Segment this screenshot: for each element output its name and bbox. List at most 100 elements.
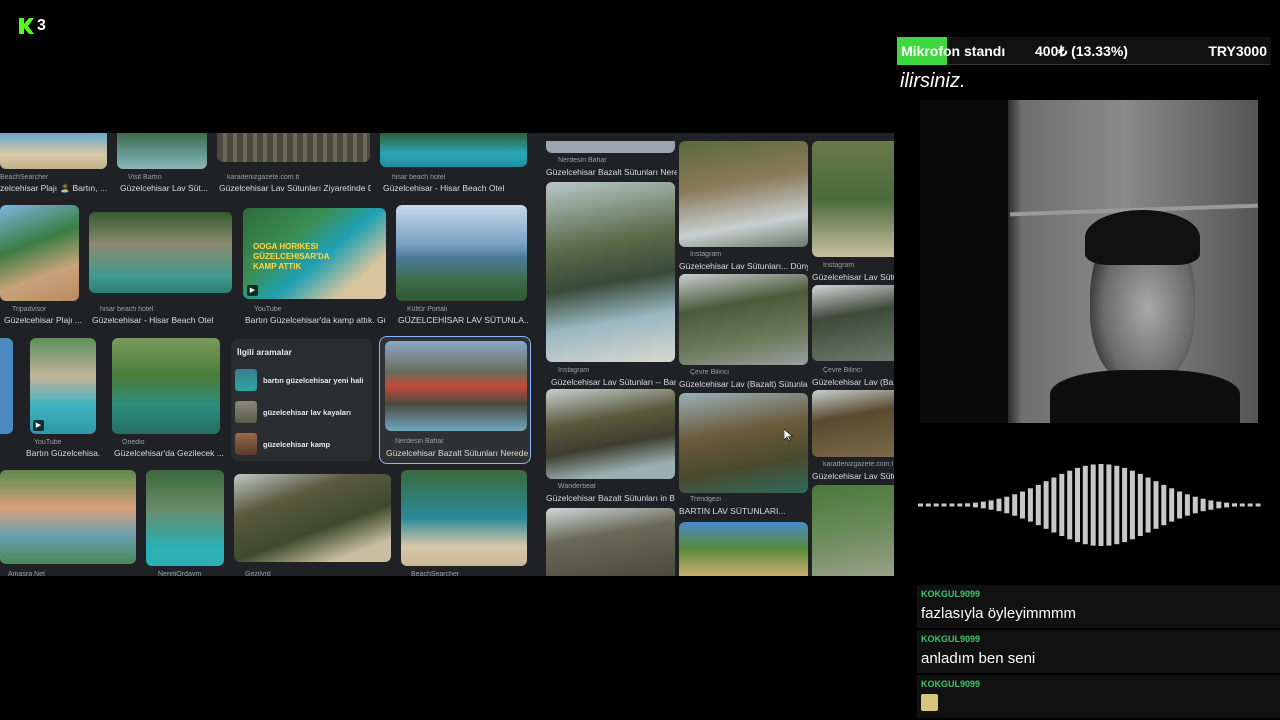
visualizer-bar: [1114, 465, 1120, 545]
result-caption[interactable]: Güzelcehisar Lav Sütunları Ziyaretinde D…: [219, 183, 371, 193]
chat-message: KOKGUL9099 anladım ben seni: [917, 630, 1280, 673]
result-image[interactable]: [679, 274, 808, 365]
visualizer-bar: [1051, 477, 1057, 533]
result-caption[interactable]: Bartın Güzelcehisa...: [26, 448, 100, 458]
result-image[interactable]: [0, 470, 136, 564]
result-image[interactable]: [217, 133, 370, 162]
visualizer-bar: [1027, 488, 1033, 522]
goal-target: TRY3000: [1208, 43, 1267, 59]
visualizer-bar: [1004, 496, 1010, 514]
result-source: Wanderbeat: [558, 483, 596, 490]
result-source: karadenizgazete.com.tr: [227, 174, 300, 181]
logo-number: 3: [37, 17, 46, 34]
result-source: karadenizgazete.com.tr: [823, 461, 893, 468]
result-image[interactable]: [679, 522, 808, 576]
result-caption[interactable]: Güzelcehisar - Hisar Beach Otel: [92, 315, 232, 325]
result-caption[interactable]: Güzelcehisar Bazalt Sütunları Nerede?,..…: [546, 167, 677, 177]
result-image[interactable]: [112, 338, 220, 434]
result-image[interactable]: [380, 133, 527, 167]
result-image[interactable]: ▶: [30, 338, 96, 434]
result-image[interactable]: [0, 338, 13, 434]
result-image[interactable]: [234, 474, 391, 562]
result-image[interactable]: [812, 485, 894, 576]
result-image[interactable]: [679, 141, 808, 247]
result-source: Çevre Bilinci: [823, 367, 862, 374]
result-caption[interactable]: Güzelcehisar Lav Sütu...: [812, 272, 894, 282]
webcam-shirt: [1050, 370, 1240, 423]
visualizer-bar: [1247, 503, 1253, 507]
result-source: Visit Bartın: [128, 174, 162, 181]
result-caption[interactable]: Güzelcehisar Lav Sütunları... Dünyada e.…: [679, 261, 808, 271]
result-caption[interactable]: Bartın Güzelcehisar'da kamp attık. Gü...: [245, 315, 385, 325]
shared-screen: BeachSearcher zelcehisar Plajı 🏝️ Bartın…: [0, 133, 894, 576]
result-caption[interactable]: Güzelcehisar Bazalt Sütunları in Bartın,…: [546, 493, 675, 503]
visualizer-bar: [1216, 501, 1222, 509]
result-image[interactable]: [401, 470, 527, 566]
visualizer-bar: [988, 500, 994, 510]
visualizer-bar: [1232, 503, 1237, 507]
result-image[interactable]: [546, 182, 675, 362]
visualizer-bar: [1075, 467, 1080, 543]
visualizer-bar: [1082, 465, 1088, 545]
result-image[interactable]: [146, 470, 224, 566]
audio-visualizer: [918, 464, 1261, 546]
related-search-item[interactable]: güzelcehisar kamp: [235, 432, 368, 456]
result-source: hisar beach hotel: [100, 306, 154, 313]
result-image[interactable]: [396, 205, 527, 301]
visualizer-bar: [1059, 473, 1065, 536]
result-image[interactable]: [0, 133, 107, 169]
result-caption[interactable]: Güzelcehisar Lav Sütunları -- Bartın...: [551, 377, 676, 387]
result-image[interactable]: ooga horikesi güzelcehisar'da kamp attık…: [243, 208, 386, 299]
visualizer-bar: [949, 503, 955, 507]
result-source: Çevre Bilinci: [690, 369, 729, 376]
related-searches: İlgili aramalar bartın güzelcehisar yeni…: [231, 339, 372, 461]
result-caption[interactable]: Güzelcehisar - Hisar Beach Otel: [383, 183, 528, 193]
result-source: Instagram: [823, 262, 855, 269]
k-logo-icon: [19, 18, 34, 34]
result-image[interactable]: [89, 212, 232, 293]
result-caption[interactable]: BARTIN LAV SÜTUNLARI...: [679, 506, 808, 516]
result-source: NereliOrdaym: [158, 571, 202, 576]
chat-username[interactable]: KOKGUL9099: [921, 634, 980, 644]
result-caption[interactable]: Güzelcehisar'da Gezilecek ...: [114, 448, 224, 458]
result-image[interactable]: [812, 285, 894, 361]
channel-logo: 3: [18, 17, 46, 35]
result-source: Nerdesin Bahar: [395, 438, 444, 445]
visualizer-bar: [1090, 464, 1096, 546]
visualizer-bar: [1208, 500, 1214, 510]
result-image[interactable]: [546, 389, 675, 479]
result-image[interactable]: [679, 393, 808, 493]
result-image[interactable]: [812, 141, 894, 257]
visualizer-bar: [1122, 467, 1128, 543]
result-source: Instagram: [690, 251, 722, 258]
selected-result[interactable]: Nerdesin Bahar Güzelcehisar Bazalt Sütun…: [379, 336, 531, 464]
result-source: Gezilyrd: [245, 571, 271, 576]
result-caption[interactable]: Güzelcehisar Lav (Bazalt) Sütunları...: [679, 379, 808, 389]
visualizer-bar: [1043, 481, 1049, 529]
result-image[interactable]: [0, 205, 79, 301]
webcam-person: [1050, 210, 1240, 423]
result-caption[interactable]: zelcehisar Plajı 🏝️ Bartın, ...: [0, 183, 107, 194]
result-caption[interactable]: Güzelcehisar Plajı ...: [4, 315, 84, 325]
result-caption[interactable]: GÜZELCEHİSAR LAV SÜTUNLA...: [398, 315, 528, 325]
chat-text: anladım ben seni: [921, 650, 1036, 667]
result-image[interactable]: [117, 133, 207, 169]
result-image[interactable]: [546, 508, 675, 576]
visualizer-bar: [1035, 484, 1041, 526]
related-search-item[interactable]: güzelcehisar lav kayaları: [235, 400, 368, 424]
result-image[interactable]: [546, 141, 675, 153]
chat-username[interactable]: KOKGUL9099: [921, 679, 980, 689]
visualizer-bar: [957, 503, 963, 507]
related-search-item[interactable]: bartın güzelcehisar yeni hali: [235, 368, 368, 392]
result-source: Nerdesin Bahar: [558, 157, 607, 164]
result-image: [385, 341, 527, 431]
chat-username[interactable]: KOKGUL9099: [921, 589, 980, 599]
result-image[interactable]: [812, 390, 894, 457]
visualizer-bar: [1129, 470, 1135, 540]
chat-message: KOKGUL9099: [917, 675, 1280, 718]
result-caption[interactable]: Güzelcehisar Lav Sütu...: [812, 471, 894, 481]
visualizer-bar: [1106, 464, 1112, 546]
related-search-thumbnail: [235, 433, 257, 455]
result-caption[interactable]: Güzelcehisar Lav (Bazalt) S...: [812, 377, 894, 387]
result-caption[interactable]: Güzelcehisar Lav Süt...: [120, 183, 210, 193]
